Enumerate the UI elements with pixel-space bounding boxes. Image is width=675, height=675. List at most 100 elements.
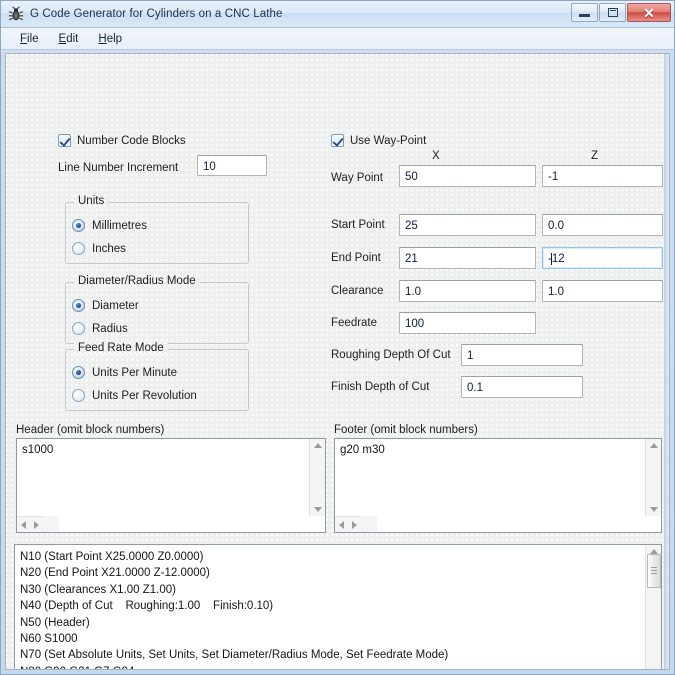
- finish-depth-label: Finish Depth of Cut: [331, 381, 430, 393]
- start-point-x-input[interactable]: 25: [399, 214, 536, 236]
- use-waypoint-label: Use Way-Point: [350, 134, 427, 147]
- start-point-z-input[interactable]: 0.0: [542, 214, 663, 236]
- scroll-up-icon[interactable]: [313, 443, 322, 448]
- menu-file-rest: ile: [27, 32, 39, 45]
- checkbox-check-icon: [58, 134, 71, 147]
- radio-units-per-minute[interactable]: Units Per Minute: [72, 366, 177, 379]
- scroll-down-icon[interactable]: [313, 507, 322, 512]
- finish-depth-input[interactable]: 0.1: [461, 376, 583, 398]
- line-number-increment-value: 10: [203, 160, 216, 173]
- footer-vertical-scrollbar[interactable]: [645, 439, 661, 516]
- way-point-x-value: 50: [405, 171, 418, 183]
- number-code-blocks-label: Number Code Blocks: [77, 134, 186, 147]
- way-point-x-input[interactable]: 50: [399, 165, 536, 187]
- scroll-up-icon[interactable]: [649, 443, 658, 448]
- radio-selected-icon: [72, 219, 85, 232]
- start-point-z-value: 0.0: [548, 220, 564, 232]
- footer-textarea-content[interactable]: g20 m30: [335, 439, 645, 516]
- way-point-z-value: -1: [548, 171, 559, 183]
- roughing-depth-label: Roughing Depth Of Cut: [331, 349, 451, 361]
- bug-icon: [8, 6, 24, 22]
- start-point-x-value: 25: [405, 220, 418, 232]
- title-bar[interactable]: G Code Generator for Cylinders on a CNC …: [1, 1, 674, 28]
- scroll-right-icon[interactable]: [34, 520, 39, 529]
- radio-unselected-icon: [72, 389, 85, 402]
- maximize-icon: [607, 8, 618, 17]
- footer-scroll-corner: [361, 516, 377, 532]
- menu-item-edit[interactable]: Edit: [50, 31, 88, 47]
- footer-section-label: Footer (omit block numbers): [334, 424, 478, 436]
- minimize-icon: [579, 13, 590, 17]
- radio-units-per-minute-label: Units Per Minute: [92, 366, 178, 379]
- menu-edit-rest: dit: [66, 32, 79, 45]
- way-point-z-input[interactable]: -1: [542, 165, 663, 187]
- header-textarea-content[interactable]: s1000: [17, 439, 309, 516]
- menu-bar: File Edit Help: [1, 28, 674, 50]
- radio-selected-icon: [72, 366, 85, 379]
- scroll-left-icon[interactable]: [21, 520, 26, 529]
- feedrate-input[interactable]: 100: [399, 312, 536, 334]
- gcode-output-panel[interactable]: N10 (Start Point X25.0000 Z0.0000) N20 (…: [14, 544, 662, 669]
- column-header-x: X: [432, 150, 440, 162]
- radio-radius-label: Radius: [92, 322, 128, 335]
- end-point-x-value: 21: [405, 253, 418, 265]
- window-title: G Code Generator for Cylinders on a CNC …: [30, 8, 283, 20]
- header-section-label: Header (omit block numbers): [16, 424, 165, 436]
- checkbox-check-icon: [331, 134, 344, 147]
- radio-inches[interactable]: Inches: [72, 242, 126, 255]
- header-horizontal-scrollbar[interactable]: [17, 516, 43, 532]
- units-group-title: Units: [74, 195, 109, 207]
- footer-textarea[interactable]: g20 m30: [334, 438, 662, 533]
- menu-file-mnemonic: F: [20, 32, 28, 45]
- window-edge-strip: [664, 54, 669, 669]
- radio-units-per-revolution[interactable]: Units Per Revolution: [72, 389, 197, 402]
- end-point-x-input[interactable]: 21: [399, 247, 536, 269]
- line-number-increment-input[interactable]: 10: [197, 155, 267, 176]
- footer-horizontal-scrollbar[interactable]: [335, 516, 361, 532]
- output-scroll-thumb[interactable]: [646, 554, 661, 588]
- minimize-button[interactable]: [571, 3, 598, 22]
- header-textarea[interactable]: s1000: [16, 438, 326, 533]
- finish-depth-value: 0.1: [467, 382, 483, 394]
- line-number-increment-label: Line Number Increment: [58, 162, 179, 174]
- roughing-depth-input[interactable]: 1: [461, 344, 583, 366]
- way-point-label: Way Point: [331, 172, 383, 184]
- gcode-output-content[interactable]: N10 (Start Point X25.0000 Z0.0000) N20 (…: [15, 545, 645, 669]
- application-window: G Code Generator for Cylinders on a CNC …: [0, 0, 675, 675]
- header-scroll-corner: [43, 516, 59, 532]
- radio-radius[interactable]: Radius: [72, 322, 128, 335]
- radio-millimetres[interactable]: Millimetres: [72, 219, 147, 232]
- menu-item-file[interactable]: File: [11, 31, 48, 47]
- clearance-label: Clearance: [331, 285, 384, 297]
- radio-diameter[interactable]: Diameter: [72, 299, 139, 312]
- client-area: Number Code Blocks Line Number Increment…: [5, 53, 670, 670]
- feedrate-label: Feedrate: [331, 317, 378, 329]
- header-vertical-scrollbar[interactable]: [309, 439, 325, 516]
- end-point-z-input[interactable]: -12: [542, 247, 663, 269]
- radio-units-per-revolution-label: Units Per Revolution: [92, 389, 197, 402]
- output-vertical-scrollbar[interactable]: [645, 545, 661, 669]
- scroll-down-icon[interactable]: [649, 507, 658, 512]
- clearance-z-value: 1.0: [548, 286, 564, 298]
- clearance-z-input[interactable]: 1.0: [542, 280, 663, 302]
- radio-millimetres-label: Millimetres: [92, 219, 147, 232]
- use-waypoint-checkbox[interactable]: Use Way-Point: [331, 134, 426, 147]
- close-button[interactable]: ✕: [627, 3, 671, 22]
- menu-help-rest: elp: [106, 32, 123, 45]
- radio-inches-label: Inches: [92, 242, 126, 255]
- radio-unselected-icon: [72, 322, 85, 335]
- column-header-z: Z: [591, 150, 599, 162]
- menu-item-help[interactable]: Help: [89, 31, 131, 47]
- maximize-button[interactable]: [599, 3, 626, 22]
- number-code-blocks-checkbox[interactable]: Number Code Blocks: [58, 134, 186, 147]
- close-icon: ✕: [643, 4, 655, 21]
- radio-unselected-icon: [72, 242, 85, 255]
- clearance-x-input[interactable]: 1.0: [399, 280, 536, 302]
- end-point-z-value-post: 12: [551, 253, 565, 265]
- diameter-radius-group-title: Diameter/Radius Mode: [74, 275, 200, 287]
- scroll-right-icon[interactable]: [352, 520, 357, 529]
- roughing-depth-value: 1: [467, 350, 474, 362]
- start-point-label: Start Point: [331, 219, 385, 231]
- feedrate-value: 100: [405, 318, 425, 330]
- scroll-left-icon[interactable]: [339, 520, 344, 529]
